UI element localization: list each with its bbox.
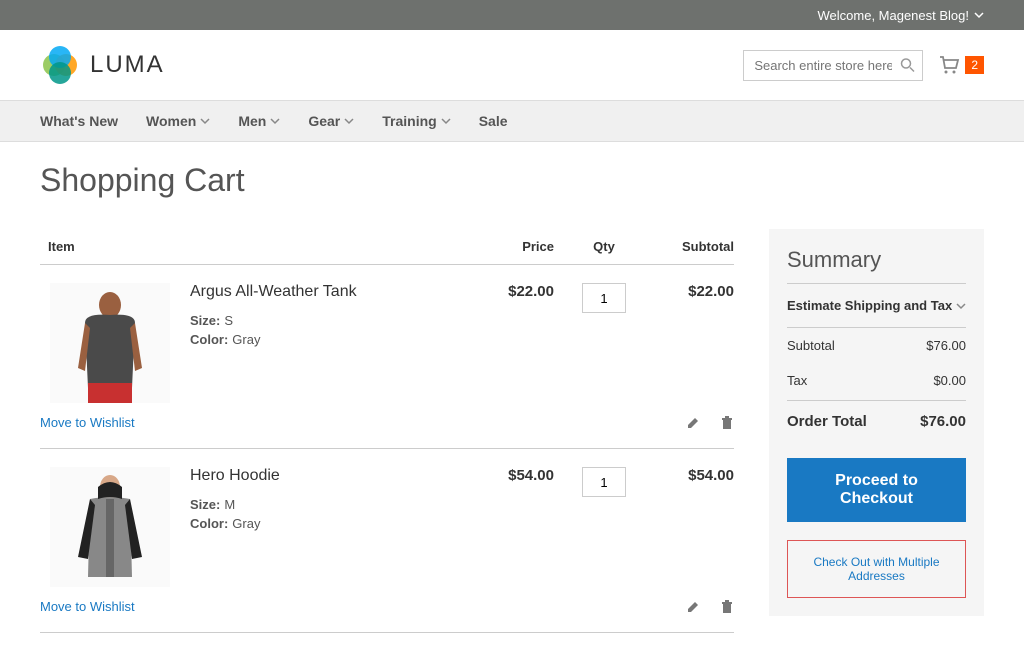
product-name[interactable]: Argus All-Weather Tank [190, 283, 454, 301]
nav-sale[interactable]: Sale [479, 101, 508, 141]
product-thumb[interactable] [50, 467, 170, 587]
nav-list: What's New Women Men Gear Training Sale [40, 101, 984, 141]
search-box [743, 50, 923, 81]
header-right: 2 [743, 50, 984, 81]
cart-count-badge: 2 [965, 56, 984, 74]
chevron-down-icon [344, 116, 354, 126]
summary: Summary Estimate Shipping and Tax Subtot… [769, 229, 984, 616]
product-size: Size:S [190, 313, 454, 328]
nav-gear[interactable]: Gear [308, 101, 354, 141]
logo-icon [40, 45, 80, 85]
header: LUMA 2 [0, 30, 1024, 100]
cart-row-actions: Move to Wishlist [40, 587, 734, 633]
nav-whats-new[interactable]: What's New [40, 101, 118, 141]
chevron-down-icon [974, 10, 984, 20]
subtotal-cell: $54.00 [654, 467, 734, 587]
wishlist-link[interactable]: Move to Wishlist [40, 599, 135, 614]
cart-row: Hero Hoodie Size:M Color:Gray $54.00 $54… [40, 449, 734, 587]
product-size: Size:M [190, 497, 454, 512]
col-price: Price [454, 239, 554, 254]
welcome-dropdown[interactable]: Welcome, Magenest Blog! [818, 8, 985, 23]
welcome-text: Welcome, Magenest Blog! [818, 8, 970, 23]
qty-cell [554, 283, 654, 403]
mini-cart[interactable]: 2 [938, 55, 984, 75]
col-item: Item [40, 239, 454, 254]
price-cell: $22.00 [454, 283, 554, 403]
nav-women[interactable]: Women [146, 101, 210, 141]
edit-icon[interactable] [686, 416, 700, 430]
chevron-down-icon [270, 116, 280, 126]
product-thumb[interactable] [50, 283, 170, 403]
chevron-down-icon [441, 116, 451, 126]
action-icons [686, 416, 734, 430]
nav-bar: What's New Women Men Gear Training Sale [0, 100, 1024, 142]
qty-input[interactable] [582, 283, 626, 313]
edit-icon[interactable] [686, 600, 700, 614]
estimate-shipping-toggle[interactable]: Estimate Shipping and Tax [787, 298, 966, 328]
delete-icon[interactable] [720, 600, 734, 614]
nav-training[interactable]: Training [382, 101, 450, 141]
col-subtotal: Subtotal [654, 239, 734, 254]
cart-table: Item Price Qty Subtotal Argus All-Weathe… [40, 229, 734, 633]
product-color: Color:Gray [190, 332, 454, 347]
top-bar: Welcome, Magenest Blog! [0, 0, 1024, 30]
main-container: Item Price Qty Subtotal Argus All-Weathe… [0, 209, 1024, 653]
search-input[interactable] [743, 50, 923, 81]
col-qty: Qty [554, 239, 654, 254]
chevron-down-icon [956, 301, 966, 311]
estimate-label: Estimate Shipping and Tax [787, 298, 952, 313]
product-color: Color:Gray [190, 516, 454, 531]
checkout-button[interactable]: Proceed to Checkout [787, 458, 966, 522]
logo[interactable]: LUMA [40, 45, 165, 85]
logo-text: LUMA [90, 51, 165, 79]
qty-cell [554, 467, 654, 587]
wishlist-link[interactable]: Move to Wishlist [40, 415, 135, 430]
nav-men[interactable]: Men [238, 101, 280, 141]
page-title: Shopping Cart [0, 142, 1024, 209]
cart-row-actions: Move to Wishlist [40, 403, 734, 449]
chevron-down-icon [200, 116, 210, 126]
product-name[interactable]: Hero Hoodie [190, 467, 454, 485]
summary-total: Order Total $76.00 [787, 400, 966, 440]
delete-icon[interactable] [720, 416, 734, 430]
subtotal-cell: $22.00 [654, 283, 734, 403]
summary-title: Summary [787, 247, 966, 284]
product-info: Argus All-Weather Tank Size:S Color:Gray [190, 283, 454, 403]
multi-address-link[interactable]: Check Out with Multiple Addresses [787, 540, 966, 598]
action-icons [686, 600, 734, 614]
summary-subtotal: Subtotal $76.00 [787, 328, 966, 363]
cart-row: Argus All-Weather Tank Size:S Color:Gray… [40, 265, 734, 403]
summary-tax: Tax $0.00 [787, 363, 966, 398]
price-cell: $54.00 [454, 467, 554, 587]
qty-input[interactable] [582, 467, 626, 497]
cart-header: Item Price Qty Subtotal [40, 229, 734, 265]
search-icon[interactable] [900, 58, 915, 73]
cart-icon [938, 55, 960, 75]
product-info: Hero Hoodie Size:M Color:Gray [190, 467, 454, 587]
